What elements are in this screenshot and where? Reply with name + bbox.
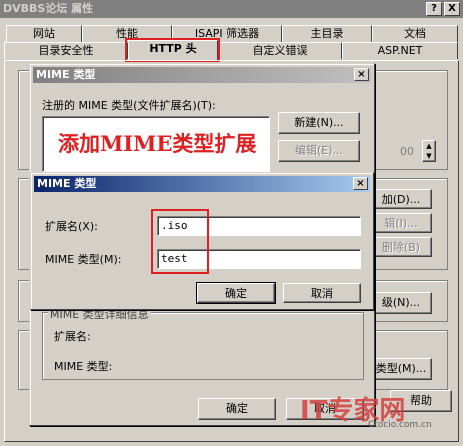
mime-type-input[interactable]: test <box>157 249 361 269</box>
mime-dialog-close-icon[interactable]: × <box>354 68 369 81</box>
mime-dialog-ok-button[interactable]: 确定 <box>198 398 276 420</box>
add-header-button[interactable]: 加(D)... <box>370 189 432 209</box>
registered-types-label: 注册的 MIME 类型(文件扩展名)(T): <box>42 99 216 112</box>
spin-stepper[interactable]: ▲ ▼ <box>422 140 436 162</box>
delete-header-button[interactable]: 删除(B) <box>370 237 432 257</box>
tab-home-directory[interactable]: 主目录 <box>282 25 372 42</box>
entry-dialog-titlebar: MIME 类型 × <box>34 176 370 192</box>
rating-button[interactable]: 级(N)... <box>370 292 432 314</box>
spin-value: 00 <box>400 145 414 158</box>
details-ext-label: 扩展名: <box>54 330 91 343</box>
window-titlebar: DVBBS论坛 属性 ? X <box>0 0 463 18</box>
mime-dialog-title: MIME 类型 <box>36 68 96 81</box>
mime-type-label: MIME 类型(M): <box>45 253 122 266</box>
mime-types-button[interactable]: 类型(M)... <box>370 358 432 380</box>
ext-label: 扩展名(X): <box>45 220 98 233</box>
entry-cancel-button[interactable]: 取消 <box>283 283 361 303</box>
details-mime-label: MIME 类型: <box>54 360 113 373</box>
entry-dialog-close-icon[interactable]: × <box>353 177 368 190</box>
window-title: DVBBS论坛 属性 <box>3 2 94 15</box>
mime-entry-dialog: MIME 类型 × 扩展名(X): .iso MIME 类型(M): test … <box>30 172 374 310</box>
tab-http-headers[interactable]: HTTP 头 <box>128 40 218 60</box>
mime-dialog-titlebar: MIME 类型 × <box>33 67 371 83</box>
entry-ok-button[interactable]: 确定 <box>196 282 276 304</box>
tab-aspnet[interactable]: ASP.NET <box>342 42 458 59</box>
tab-directory-security[interactable]: 目录安全性 <box>4 42 128 59</box>
edit-mime-button[interactable]: 编辑(E)... <box>278 140 360 162</box>
help-button[interactable]: ? <box>426 2 442 16</box>
new-mime-button[interactable]: 新建(N)... <box>278 112 360 134</box>
ext-input[interactable]: .iso <box>157 216 361 236</box>
watermark-site: Ctocio.com.cn <box>368 420 432 430</box>
edit-header-button[interactable]: 辑(I)... <box>370 213 432 233</box>
tab-custom-errors[interactable]: 自定义错误 <box>218 42 342 59</box>
tab-website[interactable]: 网站 <box>6 25 82 42</box>
entry-dialog-title: MIME 类型 <box>37 177 97 190</box>
close-button[interactable]: X <box>444 2 460 16</box>
tab-documents[interactable]: 文档 <box>372 25 458 42</box>
annotation-text: 添加MIME类型扩展 <box>58 131 257 156</box>
